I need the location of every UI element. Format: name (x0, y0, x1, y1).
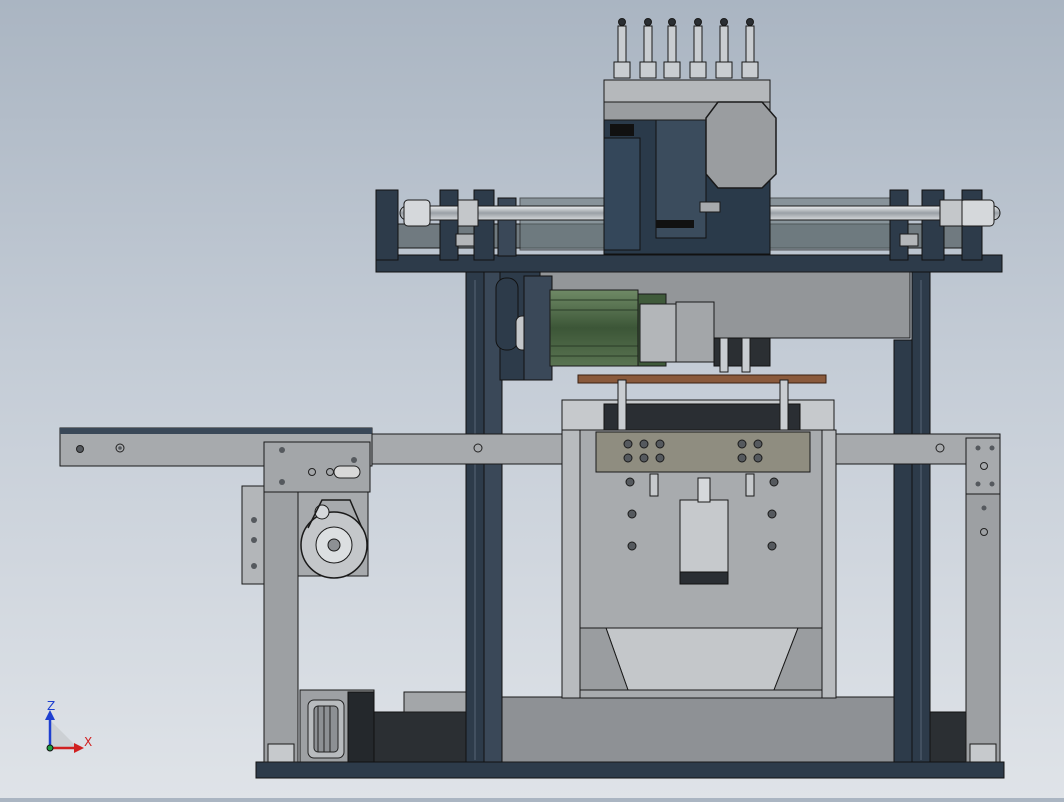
servo-motor (549, 289, 639, 367)
press-bolt (627, 541, 637, 551)
cylinder-block (679, 499, 729, 585)
press-bolt (767, 509, 777, 519)
drive-motor-side (241, 485, 265, 585)
press-bolt (753, 439, 763, 449)
tool-head (603, 18, 777, 255)
end-bracket-right (889, 189, 909, 261)
spindle-collar (613, 61, 631, 79)
spindle-pin-cap (746, 18, 754, 26)
spindle-pins (613, 18, 759, 79)
center-press-assembly (561, 379, 837, 699)
base-pulley (307, 699, 345, 759)
spindle-collar (689, 61, 707, 79)
press-bolt (767, 541, 777, 551)
spindle-pin-cap (618, 18, 626, 26)
press-bolt (639, 453, 649, 463)
press-hopper (605, 627, 799, 691)
spindle-pin-cap (720, 18, 728, 26)
machine-assembly-drawing: Z X (45, 18, 1005, 779)
column-right-inner (893, 339, 913, 763)
spindle-pin-cap (668, 18, 676, 26)
spindle-pin-cap (644, 18, 652, 26)
press-bolt (623, 453, 633, 463)
cad-viewport[interactable]: Z X (0, 0, 1064, 798)
head-motor (705, 101, 777, 189)
press-bolt (769, 477, 779, 487)
z-axis-label: Z (47, 699, 55, 713)
base-plate (255, 761, 1005, 779)
spindle-collar (639, 61, 657, 79)
press-plate (595, 431, 811, 473)
press-bolt (737, 439, 747, 449)
press-bolt (655, 439, 665, 449)
spindle-collar (715, 61, 733, 79)
press-bolt (627, 509, 637, 519)
press-bolt (753, 453, 763, 463)
spindle-pin-cap (694, 18, 702, 26)
press-bolt (655, 453, 665, 463)
press-bolt (623, 439, 633, 449)
press-bolt (639, 439, 649, 449)
base-box (499, 696, 913, 763)
copper-bar (577, 374, 827, 384)
spindle-collar (663, 61, 681, 79)
horizontal-beam (59, 427, 1001, 467)
end-bracket-left (375, 189, 399, 261)
x-axis-head (74, 743, 84, 753)
middle-motor-assembly (495, 271, 911, 384)
spindle-collar (741, 61, 759, 79)
press-bolt (625, 477, 635, 487)
left-leg (263, 461, 299, 763)
x-axis-label: X (84, 735, 92, 749)
press-bolt (737, 453, 747, 463)
coordinate-triad-icon: Z X (45, 699, 92, 753)
base-frame (255, 689, 1005, 779)
